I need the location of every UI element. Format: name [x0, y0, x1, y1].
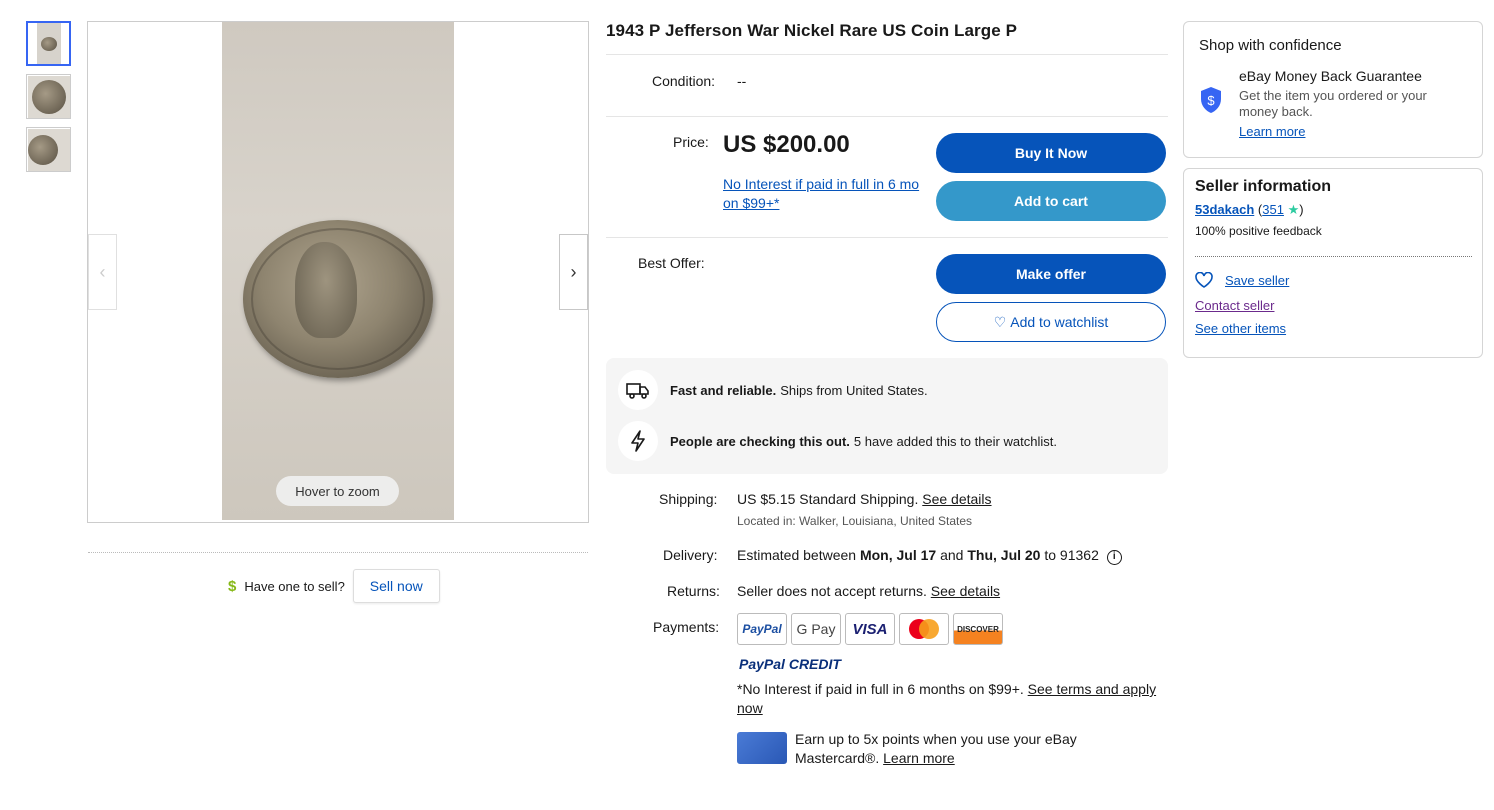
shield-dollar-icon: $	[1201, 87, 1221, 113]
thumbnail-image	[36, 23, 61, 64]
product-photo	[222, 22, 454, 520]
hover-to-zoom-label: Hover to zoom	[276, 476, 399, 506]
chevron-left-icon: ‹	[99, 261, 106, 282]
shipping-value-row: US $5.15 Standard Shipping. See details	[737, 491, 992, 507]
shipping-label: Shipping:	[659, 491, 718, 507]
paypal-icon: PayPal	[737, 613, 787, 645]
thumbnail-2[interactable]	[26, 74, 71, 119]
shop-with-confidence-box: Shop with confidence $ eBay Money Back G…	[1183, 21, 1483, 158]
no-interest-link[interactable]: No Interest if paid in full in 6 mo on $…	[723, 175, 923, 213]
watchlist-label: Add to watchlist	[1010, 314, 1109, 330]
divider	[606, 54, 1168, 55]
delivery-prefix: Estimated between	[737, 547, 857, 563]
svg-text:$: $	[1207, 93, 1215, 108]
item-location: Located in: Walker, Louisiana, United St…	[737, 514, 973, 528]
seller-information-box: Seller information 53dakach (351 ★) 100%…	[1183, 168, 1483, 358]
seller-info-title: Seller information	[1195, 178, 1332, 195]
condition-value: --	[737, 73, 747, 89]
delivery-start-date: Mon, Jul 17	[859, 547, 937, 563]
returns-see-details-link[interactable]: See details	[931, 583, 1000, 599]
add-to-cart-button[interactable]: Add to cart	[936, 181, 1166, 221]
points-offer: Earn up to 5x points when you use your e…	[795, 730, 1115, 768]
feedback-score-link[interactable]: 351	[1262, 202, 1284, 217]
returns-value: Seller does not accept returns.	[737, 583, 927, 599]
heart-icon: ♡	[993, 313, 1007, 330]
info-icon[interactable]: i	[1106, 550, 1122, 565]
condition-label: Condition:	[652, 73, 716, 89]
paypal-credit-logo: PayPal CREDIT	[739, 656, 841, 672]
money-back-learn-more-link[interactable]: Learn more	[1239, 124, 1305, 139]
price-label: Price:	[673, 134, 709, 150]
item-title: 1943 P Jefferson War Nickel Rare US Coin…	[606, 21, 1018, 40]
shipping-see-details-link[interactable]: See details	[922, 491, 991, 507]
thumbnail-image	[27, 75, 70, 118]
paypal-credit-logo-b: CREDIT	[788, 656, 841, 672]
money-back-text: Get the item you ordered or your money b…	[1239, 88, 1427, 119]
credit-note: *No Interest if paid in full in 6 months…	[737, 680, 1157, 718]
positive-feedback: 100% positive feedback	[1195, 224, 1322, 238]
returns-value-row: Seller does not accept returns. See deta…	[737, 583, 1000, 599]
sell-one-row: $ Have one to sell? Sell now	[228, 569, 440, 603]
lightning-icon	[618, 421, 658, 461]
sell-prompt: Have one to sell?	[244, 578, 345, 594]
save-seller-row[interactable]: Save seller	[1195, 272, 1289, 288]
coin-image	[243, 220, 433, 378]
watchers-row: People are checking this out. 5 have add…	[618, 421, 1057, 461]
main-image-viewer[interactable]: ‹ › Hover to zoom	[87, 21, 589, 523]
divider	[88, 552, 588, 553]
shipping-value: US $5.15 Standard Shipping.	[737, 491, 919, 507]
thumbnail-3[interactable]	[26, 127, 71, 172]
google-pay-icon: G Pay	[791, 613, 841, 645]
thumbnail-image	[27, 128, 70, 171]
dollar-icon: $	[228, 577, 237, 595]
money-back-title: eBay Money Back Guarantee	[1239, 68, 1422, 84]
delivery-zip: to 91362	[1044, 547, 1099, 563]
divider	[1195, 256, 1472, 257]
ebay-mastercard-image	[737, 732, 787, 764]
confidence-title: Shop with confidence	[1199, 37, 1342, 54]
watchers-text: 5 have added this to their watchlist.	[853, 433, 1057, 449]
heart-icon	[1195, 272, 1213, 288]
contact-seller-link[interactable]: Contact seller	[1195, 298, 1274, 313]
truck-icon	[618, 370, 658, 410]
mastercard-icon	[899, 613, 949, 645]
seller-name-row: 53dakach (351 ★)	[1195, 202, 1304, 217]
points-learn-more-link[interactable]: Learn more	[883, 750, 955, 766]
highlights-box: Fast and reliable. Ships from United Sta…	[606, 358, 1168, 474]
delivery-end-date: Thu, Jul 20	[967, 547, 1041, 563]
see-other-items-link[interactable]: See other items	[1195, 321, 1286, 336]
divider	[606, 237, 1168, 238]
star-icon: ★	[1287, 202, 1300, 217]
delivery-and: and	[940, 547, 964, 563]
credit-note-text: *No Interest if paid in full in 6 months…	[737, 681, 1024, 697]
thumbnail-1[interactable]	[26, 21, 71, 66]
chevron-right-icon: ›	[570, 261, 577, 282]
payment-methods: PayPal G Pay VISA DISCOVER	[737, 613, 1003, 645]
delivery-label: Delivery:	[663, 547, 718, 563]
sell-now-button[interactable]: Sell now	[352, 569, 440, 603]
discover-icon: DISCOVER	[953, 613, 1003, 645]
add-to-watchlist-button[interactable]: ♡ Add to watchlist	[936, 302, 1166, 342]
save-seller-link[interactable]: Save seller	[1225, 273, 1289, 288]
previous-image-button[interactable]: ‹	[88, 234, 117, 310]
returns-label: Returns:	[667, 583, 720, 599]
price-value: US $200.00	[723, 131, 850, 158]
delivery-value: Estimated between Mon, Jul 17 and Thu, J…	[737, 547, 1122, 565]
best-offer-label: Best Offer:	[638, 255, 705, 271]
visa-icon: VISA	[845, 613, 895, 645]
fast-reliable-bold: Fast and reliable.	[670, 382, 777, 398]
seller-name-link[interactable]: 53dakach	[1195, 202, 1254, 217]
buy-it-now-button[interactable]: Buy It Now	[936, 133, 1166, 173]
fast-reliable-row: Fast and reliable. Ships from United Sta…	[618, 370, 928, 410]
fast-reliable-text: Ships from United States.	[780, 382, 928, 398]
make-offer-button[interactable]: Make offer	[936, 254, 1166, 294]
paypal-credit-logo-a: PayPal	[739, 656, 785, 672]
watchers-bold: People are checking this out.	[670, 433, 850, 449]
divider	[606, 116, 1168, 117]
thumbnail-strip	[26, 21, 72, 180]
next-image-button[interactable]: ›	[559, 234, 588, 310]
payments-label: Payments:	[653, 619, 720, 635]
